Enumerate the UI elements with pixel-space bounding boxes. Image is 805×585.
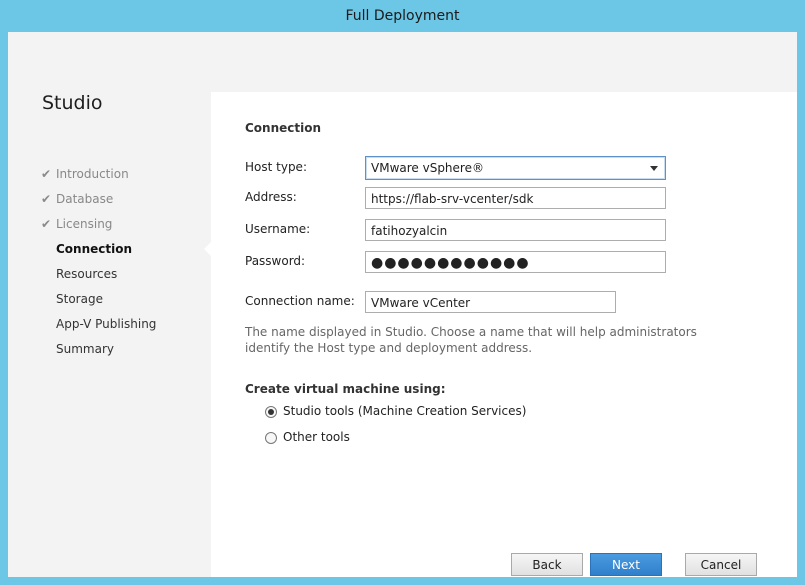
section-title: Connection: [245, 121, 322, 135]
sidebar-title: Studio: [42, 92, 103, 114]
step-storage: Storage: [42, 290, 156, 315]
username-input[interactable]: fatihozyalcin: [365, 219, 666, 241]
step-label: Connection: [56, 242, 133, 256]
checkmark-icon: ✔: [41, 167, 52, 181]
step-label: Database: [56, 192, 114, 206]
address-input[interactable]: https://flab-srv-vcenter/sdk: [365, 187, 666, 209]
content-panel: Connection Host type: VMware vSphere® Ad…: [211, 92, 797, 577]
step-label: Storage: [56, 292, 103, 306]
wizard-client-area: Studio ✔ Introduction ✔ Database ✔ Licensin…: [8, 32, 797, 577]
checkmark-icon: ✔: [41, 217, 52, 231]
host-type-select[interactable]: VMware vSphere®: [365, 156, 666, 180]
step-label: Resources: [56, 267, 118, 281]
host-type-label: Host type:: [245, 160, 307, 174]
step-summary: Summary: [42, 340, 156, 365]
username-label: Username:: [245, 222, 311, 236]
next-button[interactable]: Next: [590, 553, 662, 576]
wizard-sidebar: Studio ✔ Introduction ✔ Database ✔ Licensin…: [8, 32, 208, 577]
radio-button[interactable]: [265, 406, 277, 418]
connection-name-help-text: The name displayed in Studio. Choose a n…: [245, 325, 697, 355]
radio-label: Other tools: [283, 430, 350, 444]
radio-label: Studio tools (Machine Creation Services): [283, 404, 527, 418]
step-label: App-V Publishing: [56, 317, 157, 331]
checkmark-icon: ✔: [41, 192, 52, 206]
step-licensing: ✔ Licensing: [41, 215, 156, 240]
current-step-pointer: [204, 242, 211, 256]
address-label: Address:: [245, 190, 297, 204]
back-button[interactable]: Back: [511, 553, 583, 576]
connection-name-label: Connection name:: [245, 294, 355, 308]
window-title: Full Deployment: [345, 8, 460, 24]
step-resources: Resources: [42, 265, 156, 290]
connection-name-input[interactable]: VMware vCenter: [365, 291, 616, 313]
password-label: Password:: [245, 254, 306, 268]
step-introduction: ✔ Introduction: [41, 165, 156, 190]
cancel-button[interactable]: Cancel: [685, 553, 757, 576]
password-input[interactable]: ●●●●●●●●●●●●: [365, 251, 666, 273]
step-label: Summary: [56, 342, 114, 356]
step-label: Licensing: [56, 217, 113, 231]
create-vm-title: Create virtual machine using:: [245, 382, 446, 396]
step-label: Introduction: [56, 167, 129, 181]
host-type-value: VMware vSphere®: [371, 161, 484, 175]
title-bar: Full Deployment: [0, 0, 805, 32]
step-list: ✔ Introduction ✔ Database ✔ Licensing Conne…: [41, 165, 156, 365]
chevron-down-icon: [650, 166, 658, 171]
radio-button[interactable]: [265, 432, 277, 444]
step-app-v-publishing: App-V Publishing: [42, 315, 156, 340]
step-database: ✔ Database: [41, 190, 156, 215]
step-connection: Connection: [42, 240, 156, 265]
